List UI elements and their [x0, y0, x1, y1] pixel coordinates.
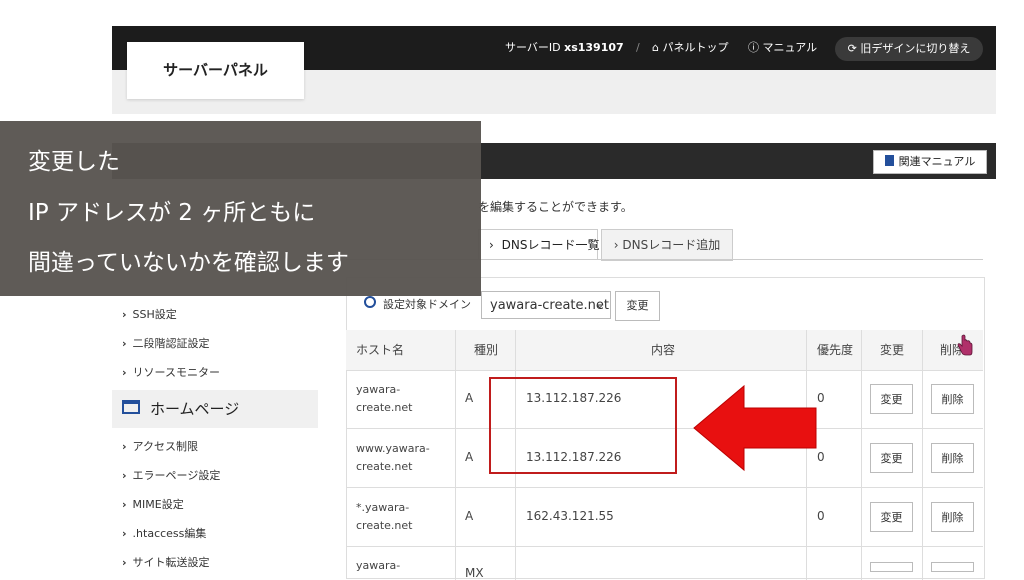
delete-button[interactable] [931, 562, 974, 572]
cell-host: yawara- create.net [356, 383, 413, 414]
col-priority: 優先度 [817, 343, 854, 357]
row-divider [346, 487, 983, 488]
highlight-box [489, 377, 677, 474]
caption-line: IP アドレスが 2 ヶ所ともに [28, 200, 316, 226]
sidebar-item-ssh[interactable]: › SSH設定 [122, 306, 177, 322]
edit-button[interactable]: 変更 [870, 443, 913, 473]
chevron-right-icon: › [613, 238, 619, 252]
edit-button[interactable]: 変更 [870, 502, 913, 532]
caption-line: 変更した [28, 149, 120, 175]
chevron-right-icon: › [122, 527, 127, 540]
chevron-right-icon: › [122, 337, 127, 350]
panel-top-link[interactable]: ⌂ パネルトップ [652, 26, 728, 70]
edit-button[interactable] [870, 562, 913, 572]
col-edit: 変更 [880, 343, 905, 357]
col-divider [922, 330, 923, 580]
chevron-down-icon: ⌄ [595, 300, 604, 311]
sidebar-item-label: .htaccess編集 [132, 527, 207, 540]
help-circle-icon: ⓘ [748, 41, 759, 54]
chevron-right-icon: › [489, 238, 494, 252]
cell-type: A [465, 450, 474, 464]
tab-dns-record-add[interactable]: › DNSレコード追加 [601, 229, 733, 261]
manual-link[interactable]: ⓘ マニュアル [748, 26, 817, 70]
hand-cursor-icon [957, 334, 973, 356]
delete-button[interactable]: 削除 [931, 443, 974, 473]
old-design-label: 旧デザインに切り替え [860, 42, 971, 55]
tab-dns-record-list[interactable]: › DNSレコード一覧 [478, 229, 600, 260]
col-host: ホスト名 [356, 343, 405, 357]
sidebar-item-label: エラーページ設定 [132, 469, 221, 482]
server-id-label: サーバーID [505, 41, 561, 54]
sidebar-item-label: 二段階認証設定 [132, 337, 210, 350]
cell-host: www.yawara- create.net [356, 442, 430, 473]
sidebar-item-access-restriction[interactable]: › アクセス制限 [122, 438, 198, 454]
cell-type: A [465, 509, 474, 523]
manual-label: マニュアル [762, 41, 818, 54]
chevron-right-icon: › [122, 366, 127, 379]
sidebar-section-label: ホームページ [150, 400, 240, 418]
domain-select[interactable]: yawara-create.net ⌄ [481, 291, 611, 319]
chevron-right-icon: › [122, 498, 127, 511]
server-id: サーバーID xs139107 [505, 26, 624, 70]
sidebar-item-label: リソースモニター [132, 366, 220, 379]
logo-text: サーバーパネル [163, 61, 268, 79]
domain-change-button[interactable]: 変更 [615, 291, 660, 321]
sidebar-item-mime[interactable]: › MIME設定 [122, 496, 184, 512]
domain-select-value: yawara-create.net [490, 298, 609, 313]
panel-top-label: パネルトップ [662, 41, 729, 54]
related-manual-button[interactable]: 関連マニュアル [873, 150, 987, 174]
tab-label: DNSレコード一覧 [501, 238, 600, 252]
cell-content: 162.43.121.55 [526, 509, 614, 523]
refresh-icon: ⟳ [847, 42, 857, 55]
sidebar-item-site-redirect[interactable]: › サイト転送設定 [122, 554, 210, 570]
chevron-right-icon: › [122, 469, 127, 482]
sidebar-item-2fa[interactable]: › 二段階認証設定 [122, 335, 210, 351]
sidebar-item-htaccess[interactable]: › .htaccess編集 [122, 525, 206, 541]
cell-type: A [465, 391, 474, 405]
col-divider [861, 330, 862, 580]
col-type: 種別 [474, 343, 499, 357]
logo-box[interactable]: サーバーパネル [127, 42, 304, 99]
sidebar-item-label: SSH設定 [132, 308, 177, 321]
sidebar-item-label: アクセス制限 [132, 440, 198, 453]
tab-label: DNSレコード追加 [622, 238, 721, 252]
window-icon [122, 400, 140, 414]
chevron-right-icon: › [122, 308, 127, 321]
red-arrow-icon [693, 384, 817, 472]
server-id-value: xs139107 [564, 41, 624, 54]
old-design-button[interactable]: ⟳ 旧デザインに切り替え [835, 37, 983, 61]
edit-button[interactable]: 変更 [870, 384, 913, 414]
delete-button[interactable]: 削除 [931, 384, 974, 414]
row-divider [346, 370, 983, 371]
caption-line: 間違っていないかを確認します [28, 250, 349, 276]
sidebar-item-label: MIME設定 [132, 498, 184, 511]
nav-separator: / [636, 41, 640, 54]
chevron-right-icon: › [122, 440, 127, 453]
home-icon: ⌂ [652, 41, 659, 54]
section-description: を編集することができます。 [478, 200, 633, 214]
chevron-right-icon: › [122, 556, 127, 569]
delete-button[interactable]: 削除 [931, 502, 974, 532]
cell-priority: 0 [817, 509, 825, 523]
col-divider [455, 330, 456, 580]
related-manual-label: 関連マニュアル [898, 155, 976, 168]
cell-host: *.yawara- create.net [356, 501, 413, 532]
domain-radio[interactable] [364, 296, 376, 308]
domain-label: 設定対象ドメイン [383, 298, 471, 311]
book-icon [884, 155, 894, 166]
row-divider [346, 546, 983, 547]
sidebar-item-resource-monitor[interactable]: › リソースモニター [122, 364, 220, 380]
col-content: 内容 [651, 343, 676, 357]
sidebar-item-error-page[interactable]: › エラーページ設定 [122, 467, 220, 483]
cell-type: MX [465, 566, 484, 580]
cell-host: yawara- [356, 559, 401, 572]
sidebar-item-label: サイト転送設定 [132, 556, 210, 569]
